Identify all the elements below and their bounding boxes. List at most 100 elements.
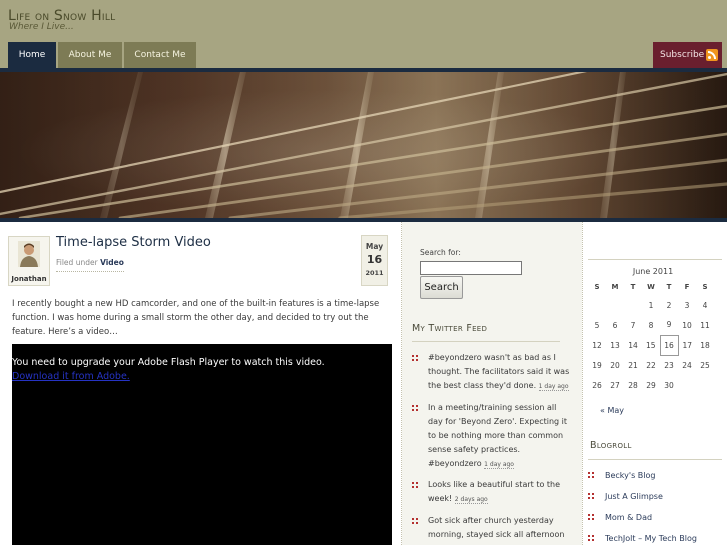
twitter-feed-title: My Twitter Feed	[412, 323, 488, 334]
blogroll-link[interactable]: TechJolt – My Tech Blog	[588, 534, 697, 543]
calendar-day: 10	[682, 320, 692, 330]
post-filed-under: Filed under Video	[56, 258, 124, 267]
search-label: Search for:	[420, 248, 461, 257]
bullet-icon	[588, 493, 594, 499]
post-title[interactable]: Time-lapse Storm Video	[56, 235, 211, 250]
calendar-day: 2	[666, 300, 672, 310]
post-article: Jonathan Time-lapse Storm Video Filed un…	[0, 222, 401, 545]
calendar-day: 8	[648, 320, 654, 330]
calendar-day: 13	[610, 340, 620, 350]
calendar-day: 11	[700, 320, 710, 330]
search-button[interactable]: Search	[420, 276, 463, 299]
calendar-day: 5	[594, 320, 600, 330]
calendar-day: 19	[592, 360, 602, 370]
calendar-day: 12	[592, 340, 602, 350]
calendar-day: 9	[666, 320, 672, 330]
guitar-strings-image	[0, 72, 727, 218]
calendar-weekday: S	[594, 283, 600, 291]
calendar-day: 23	[664, 360, 674, 370]
bullet-icon	[412, 482, 418, 488]
calendar-day: 14	[628, 340, 638, 350]
sidebar-right: June 2011 SMTWTFS 1 2 3 4 5 6 7 8 9 10 11 12 13 14 15 1…	[583, 222, 727, 545]
site-header: Life on Snow Hill Where I Live... Home A…	[0, 0, 727, 68]
blogroll-title: Blogroll	[590, 440, 632, 451]
nav-item-home[interactable]: Home	[8, 42, 56, 68]
bullet-icon	[412, 355, 418, 361]
calendar-day: 30	[664, 380, 674, 390]
tweet-item: Looks like a beautiful start to the week…	[412, 478, 570, 507]
nav-item-about-me[interactable]: About Me	[58, 42, 122, 68]
adobe-download-link[interactable]: Download it from Adobe.	[12, 371, 130, 382]
calendar-day: 24	[682, 360, 692, 370]
bullet-icon	[588, 514, 594, 520]
bullet-icon	[412, 518, 418, 524]
post-date-day: 16	[366, 253, 383, 266]
calendar-day: 20	[610, 360, 620, 370]
search-input[interactable]	[420, 261, 522, 275]
calendar-prev-month-link[interactable]: « May	[600, 406, 624, 415]
twitter-title-rule	[412, 341, 560, 342]
calendar-day: 27	[610, 380, 620, 390]
calendar-day: 3	[684, 300, 690, 310]
main-nav: Home About Me Contact Me	[8, 42, 198, 68]
post-date-year: 2011	[365, 269, 384, 277]
nav-item-contact-me[interactable]: Contact Me	[124, 42, 196, 68]
calendar-day	[624, 295, 642, 315]
calendar-day: 1	[648, 300, 654, 310]
post-date-month: May	[365, 242, 384, 251]
calendar-table: SMTWTFS 1 2 3 4 5 6 7 8 9 10 11 12 13 14 15 16 17 18 19 20 2…	[588, 279, 714, 395]
subscribe-button[interactable]: Subscribe	[653, 42, 722, 68]
calendar-day: 26	[592, 380, 602, 390]
author-name[interactable]: Jonathan	[9, 275, 49, 283]
calendar-day: 18	[700, 340, 710, 350]
calendar-day: 21	[628, 360, 638, 370]
calendar-day: 15	[645, 340, 656, 350]
tweet-time-link[interactable]: 1 day ago	[484, 461, 514, 469]
calendar-weekday: S	[702, 283, 708, 291]
calendar-day: 25	[700, 360, 710, 370]
tweet-item: Got sick after church yesterday morning,…	[412, 514, 570, 542]
site-tagline: Where I Live...	[9, 22, 74, 32]
tweet-item: In a meeting/training session all day fo…	[412, 401, 570, 472]
post-category-link[interactable]: Video	[100, 258, 124, 267]
tweet-item: #beyondzero wasn't as bad as I thought. …	[412, 351, 570, 394]
post-date-badge: May 16 2011	[361, 235, 388, 286]
bullet-icon	[588, 535, 594, 541]
bullet-icon	[588, 472, 594, 478]
calendar-weekday: T	[666, 283, 672, 291]
blogroll-link[interactable]: Just A Glimpse	[588, 492, 663, 501]
post-body: I recently bought a new HD camcorder, an…	[12, 299, 380, 337]
calendar-day: 28	[628, 380, 638, 390]
blogroll-link[interactable]: Mom & Dad	[588, 513, 652, 522]
calendar-day: 6	[612, 320, 618, 330]
calendar-day	[588, 295, 606, 315]
calendar-weekday: M	[611, 283, 619, 291]
calendar-caption: June 2011	[632, 267, 674, 276]
flash-upgrade-message: You need to upgrade your Adobe Flash Pla…	[12, 357, 325, 368]
subscribe-label: Subscribe	[660, 50, 705, 60]
tweet-time-link[interactable]: 1 day ago	[538, 383, 569, 391]
calendar-day: 7	[630, 320, 636, 330]
calendar-day	[678, 375, 696, 395]
calendar-day: 22	[646, 360, 656, 370]
calendar-day: 29	[646, 380, 656, 390]
calendar-weekday: T	[630, 283, 636, 291]
sidebar-middle: Search for: Search My Twitter Feed #beyo…	[402, 222, 582, 545]
avatar-person-icon	[18, 241, 40, 267]
header-banner-image	[0, 72, 727, 218]
bullet-icon	[412, 405, 418, 411]
rss-icon	[706, 49, 718, 61]
calendar-weekday: F	[684, 283, 690, 291]
calendar-top-rule	[588, 259, 722, 260]
tweet-time-link[interactable]: 2 days ago	[454, 496, 488, 504]
calendar-weekday: W	[647, 283, 655, 291]
calendar-day: 17	[682, 340, 693, 350]
author-avatar[interactable]: Jonathan	[8, 236, 50, 286]
calendar-day: 4	[702, 300, 708, 310]
filed-divider	[56, 271, 124, 272]
calendar-day	[606, 295, 624, 315]
blogroll-title-rule	[588, 459, 722, 460]
calendar-day: 16	[659, 334, 679, 356]
video-player[interactable]: You need to upgrade your Adobe Flash Pla…	[12, 344, 392, 545]
blogroll-link[interactable]: Becky's Blog	[588, 471, 655, 480]
